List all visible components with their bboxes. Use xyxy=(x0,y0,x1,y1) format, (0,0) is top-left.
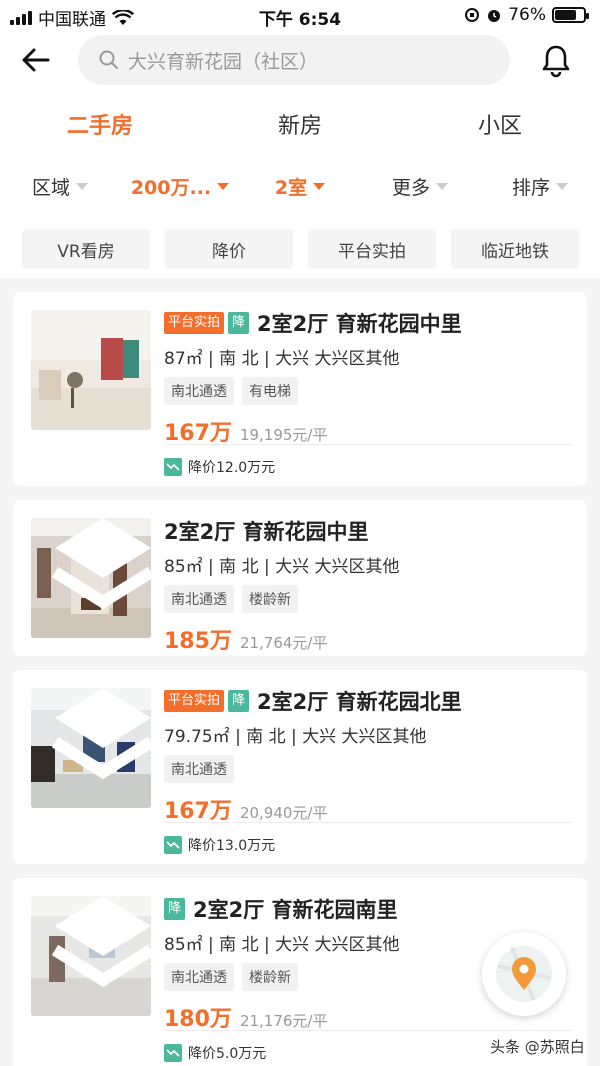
feature-tag: 南北通透 xyxy=(164,755,234,783)
quick-tag-vr[interactable]: VR看房 xyxy=(22,229,150,269)
price-drop-text: 降价12.0万元 xyxy=(188,460,276,476)
search-placeholder: 大兴育新花园（社区） xyxy=(128,50,319,73)
filter-price[interactable]: 200万... xyxy=(120,168,240,204)
listing-card[interactable]: 2室2厅 育新花园中里 85㎡ | 南 北 | 大兴 大兴区其他 南北通透 楼龄… xyxy=(13,500,587,656)
map-pin-icon xyxy=(496,946,552,1002)
filter-more[interactable]: 更多 xyxy=(360,168,480,204)
filter-sort[interactable]: 排序 xyxy=(480,168,600,204)
price-drop-badge: 降 xyxy=(164,898,186,920)
listing-price: 167万 xyxy=(164,421,232,446)
price-drop-text: 降价5.0万元 xyxy=(188,1046,267,1062)
listing-price: 167万 xyxy=(164,799,232,824)
listing-title: 2室2厅 育新花园中里 xyxy=(257,312,462,336)
listing-photo[interactable] xyxy=(31,896,151,1016)
listing-card[interactable]: 平台实拍 降 2室2厅 育新花园北里 79.75㎡ | 南 北 | 大兴 大兴区… xyxy=(13,670,587,864)
listing-price: 185万 xyxy=(164,629,232,654)
listing-meta: 85㎡ | 南 北 | 大兴 大兴区其他 xyxy=(164,557,400,577)
watermark-text: 头条 @苏照白 xyxy=(490,1038,585,1056)
listing-photo[interactable] xyxy=(31,310,151,430)
listing-card[interactable]: 平台实拍 降 2室2厅 育新花园中里 87㎡ | 南 北 | 大兴 大兴区其他 … xyxy=(13,292,587,486)
price-drop-row: 降价12.0万元 xyxy=(164,444,572,477)
filter-rooms-label: 2室 xyxy=(274,176,308,199)
filter-sort-label: 排序 xyxy=(511,176,550,199)
listing-title: 2室2厅 育新花园北里 xyxy=(257,690,462,714)
price-drop-badge: 降 xyxy=(228,312,250,334)
alarm-icon xyxy=(488,10,501,22)
feature-tag: 南北通透 xyxy=(164,585,234,613)
map-button[interactable] xyxy=(482,932,566,1016)
listing-unit-price: 21,764元/平 xyxy=(239,634,328,652)
feature-tag: 南北通透 xyxy=(164,963,234,991)
quick-tag-price-drop[interactable]: 降价 xyxy=(165,229,293,269)
caret-down-icon xyxy=(556,182,568,190)
filter-area-label: 区域 xyxy=(31,176,70,199)
feature-tag: 楼龄新 xyxy=(242,963,298,991)
trend-down-icon xyxy=(164,836,182,854)
battery-icon xyxy=(552,7,589,23)
quick-tag-platform-photo[interactable]: 平台实拍 xyxy=(308,229,436,269)
listing-title: 2室2厅 育新花园南里 xyxy=(193,898,398,922)
listing-info: 平台实拍 降 2室2厅 育新花园北里 79.75㎡ | 南 北 | 大兴 大兴区… xyxy=(164,686,574,825)
filter-area[interactable]: 区域 xyxy=(0,168,120,204)
listing-meta: 87㎡ | 南 北 | 大兴 大兴区其他 xyxy=(164,349,400,369)
listing-unit-price: 21,176元/平 xyxy=(239,1012,328,1030)
quick-tag-near-subway[interactable]: 临近地铁 xyxy=(451,229,579,269)
price-drop-text: 降价13.0万元 xyxy=(188,838,276,854)
listing-photo[interactable] xyxy=(31,518,151,638)
filter-more-label: 更多 xyxy=(391,176,430,199)
feature-tag: 楼龄新 xyxy=(242,585,298,613)
feature-tag: 有电梯 xyxy=(242,377,298,405)
price-drop-row: 降价13.0万元 xyxy=(164,822,572,855)
caret-down-icon xyxy=(76,182,88,190)
vr-cube-icon xyxy=(51,688,151,780)
category-tabs: 二手房 新房 小区 xyxy=(0,108,600,148)
price-drop-badge: 降 xyxy=(228,690,250,712)
status-bar: 中国联通 下午 6:54 76% xyxy=(0,0,600,32)
caret-down-icon xyxy=(436,182,448,190)
listing-price: 180万 xyxy=(164,1007,232,1032)
feature-tag: 南北通透 xyxy=(164,377,234,405)
battery-percent: 76% xyxy=(508,5,546,25)
caret-down-icon xyxy=(217,182,230,190)
listing-meta: 79.75㎡ | 南 北 | 大兴 大兴区其他 xyxy=(164,727,427,747)
trend-down-icon xyxy=(164,458,182,476)
listing-title: 2室2厅 育新花园中里 xyxy=(164,520,369,544)
search-icon xyxy=(99,50,118,69)
listing-unit-price: 20,940元/平 xyxy=(239,804,328,822)
vr-cube-icon xyxy=(51,896,151,988)
tab-community[interactable]: 小区 xyxy=(400,108,600,148)
rotation-lock-icon xyxy=(465,8,480,22)
vr-cube-icon xyxy=(51,518,151,610)
quick-filter-tags: VR看房 降价 平台实拍 临近地铁 xyxy=(22,229,579,269)
back-arrow-icon[interactable] xyxy=(20,44,52,76)
tab-new-homes[interactable]: 新房 xyxy=(200,108,400,148)
platform-photo-badge: 平台实拍 xyxy=(164,690,225,712)
listing-unit-price: 19,195元/平 xyxy=(239,426,328,444)
listing-photo[interactable] xyxy=(31,688,151,808)
trend-down-icon xyxy=(164,1044,182,1062)
bell-icon[interactable] xyxy=(538,42,574,78)
header-area: 中国联通 下午 6:54 76% 大兴育新花园（社区） 二手房 新房 小区 区域… xyxy=(0,0,600,278)
platform-photo-badge: 平台实拍 xyxy=(164,312,225,334)
listing-info: 2室2厅 育新花园中里 85㎡ | 南 北 | 大兴 大兴区其他 南北通透 楼龄… xyxy=(164,516,574,655)
filter-price-label: 200万... xyxy=(130,176,212,199)
search-input[interactable]: 大兴育新花园（社区） xyxy=(78,35,510,85)
tab-second-hand[interactable]: 二手房 xyxy=(0,108,200,148)
listing-info: 平台实拍 降 2室2厅 育新花园中里 87㎡ | 南 北 | 大兴 大兴区其他 … xyxy=(164,308,574,447)
caret-down-icon xyxy=(313,182,326,190)
filter-rooms[interactable]: 2室 xyxy=(240,168,360,204)
filter-bar: 区域 200万... 2室 更多 排序 xyxy=(0,168,600,204)
